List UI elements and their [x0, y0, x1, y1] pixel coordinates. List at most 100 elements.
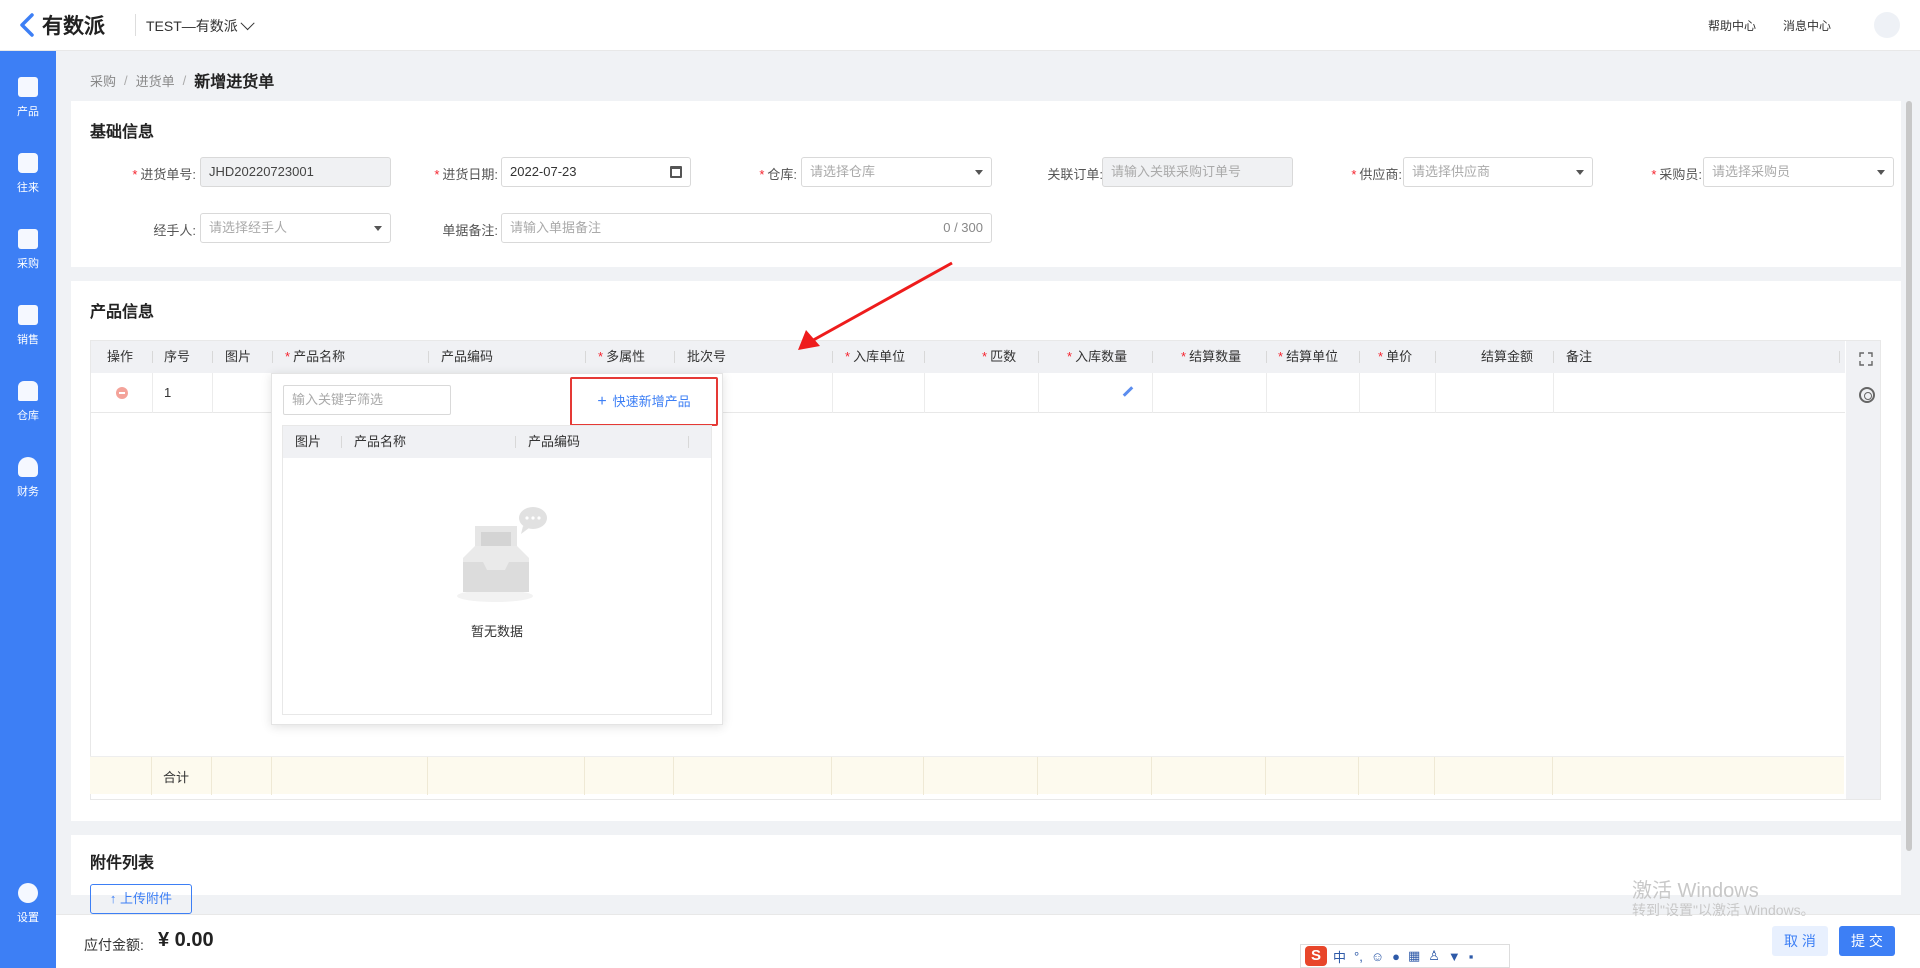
- sidebar-item-product[interactable]: 产品: [0, 77, 56, 137]
- supplier-select[interactable]: 请选择供应商: [1403, 157, 1593, 187]
- cell-divider: [1359, 373, 1360, 413]
- selector-col-name: 产品名称: [354, 434, 407, 449]
- breadcrumb-separator: /: [182, 72, 187, 88]
- column-divider: [341, 436, 342, 448]
- column-divider: [1553, 351, 1554, 363]
- sidebar-item-sales[interactable]: 销售: [0, 305, 56, 365]
- cell-divider: [1151, 757, 1152, 795]
- sidebar-item-label: 设置: [17, 912, 39, 924]
- cell-divider: [1358, 757, 1359, 795]
- warehouse-icon: [18, 381, 38, 401]
- product-selector-table: 图片 产品名称 产品编码 暂无数据: [282, 425, 712, 715]
- table-tools-column: [1846, 341, 1880, 799]
- ime-toolbar[interactable]: S 中 °, ☺ ● ▦ ♙ ▼ ▪: [1300, 944, 1510, 968]
- help-center-link[interactable]: 帮助中心: [1708, 17, 1756, 34]
- microphone-icon[interactable]: ●: [1392, 949, 1400, 964]
- row-index: 1: [164, 385, 172, 400]
- message-center-link[interactable]: 消息中心: [1783, 17, 1831, 34]
- cancel-button[interactable]: 取 消: [1772, 926, 1828, 956]
- breadcrumb-purchase[interactable]: 采购: [90, 71, 116, 90]
- sidebar-item-warehouse[interactable]: 仓库: [0, 381, 56, 441]
- column-divider: [1266, 351, 1267, 363]
- product-filter-input[interactable]: 输入关键字筛选: [283, 385, 451, 415]
- remark-input[interactable]: 请输入单据备注 0 / 300: [501, 213, 992, 243]
- cell-divider: [211, 757, 212, 795]
- skin-icon[interactable]: ▼: [1448, 949, 1461, 964]
- column-divider: [585, 351, 586, 363]
- attachments-title: 附件列表: [90, 855, 155, 872]
- cell-divider: [271, 757, 272, 795]
- avatar[interactable]: [1874, 12, 1900, 38]
- sidebar: 产品 往来 采购 销售 仓库 财务 设置: [0, 51, 56, 968]
- cell-divider: [151, 757, 152, 795]
- col-in-qty: * 入库数量: [1067, 349, 1128, 364]
- sidebar-item-label: 往来: [17, 182, 39, 194]
- cell-divider: [152, 373, 153, 413]
- column-divider: [212, 351, 213, 363]
- apps-icon[interactable]: ▪: [1469, 949, 1474, 964]
- payable-label: 应付金额:: [84, 937, 144, 953]
- cell-divider: [673, 757, 674, 795]
- logo[interactable]: 有数派: [18, 12, 105, 38]
- col-action: 操作: [107, 349, 134, 364]
- col-image: 图片: [225, 349, 252, 364]
- tenant-switcher[interactable]: TEST—有数派: [146, 16, 255, 36]
- header-divider: [135, 14, 136, 36]
- chevron-down-icon: [240, 16, 255, 31]
- column-settings-icon[interactable]: [1859, 387, 1875, 403]
- date-value: 2022-07-23: [510, 164, 577, 179]
- submit-button[interactable]: 提 交: [1839, 926, 1895, 956]
- handler-select[interactable]: 请选择经手人: [200, 213, 391, 243]
- caret-down-icon: [374, 226, 382, 231]
- column-divider: [428, 351, 429, 363]
- remove-row-icon[interactable]: [116, 387, 128, 399]
- col-settle-qty: * 结算数量: [1181, 349, 1242, 364]
- quick-add-product-button[interactable]: + 快速新增产品: [570, 377, 718, 426]
- col-pieces: * 匹数: [982, 349, 1017, 364]
- linked-order-input[interactable]: 请输入关联采购订单号: [1102, 157, 1293, 187]
- column-divider: [515, 436, 516, 448]
- buyer-select[interactable]: 请选择采购员: [1703, 157, 1894, 187]
- order-no-input[interactable]: JHD20220723001: [200, 157, 391, 187]
- date-label: * 进货日期:: [434, 167, 498, 182]
- sidebar-item-purchase[interactable]: 采购: [0, 229, 56, 289]
- user-icon[interactable]: ♙: [1428, 948, 1440, 964]
- sidebar-item-finance[interactable]: 财务: [0, 457, 56, 517]
- col-settle-amount: 结算金额: [1481, 349, 1534, 364]
- date-picker[interactable]: 2022-07-23: [501, 157, 691, 187]
- supplier-placeholder: 请选择供应商: [1412, 164, 1491, 179]
- attachments-card: [71, 835, 1901, 895]
- cell-divider: [1553, 373, 1554, 413]
- ime-language[interactable]: 中: [1333, 947, 1346, 966]
- warehouse-select[interactable]: 请选择仓库: [801, 157, 992, 187]
- contact-icon: [18, 153, 38, 173]
- col-attributes: * 多属性: [598, 349, 646, 364]
- buyer-label: * 采购员:: [1651, 167, 1702, 182]
- vertical-scrollbar[interactable]: [1906, 101, 1912, 851]
- money-bag-icon: [18, 457, 38, 477]
- product-info-title: 产品信息: [90, 304, 155, 321]
- empty-text: 暂无数据: [470, 624, 523, 639]
- sidebar-item-label: 采购: [17, 258, 39, 270]
- top-bar: 有数派 TEST—有数派 帮助中心 消息中心: [0, 0, 1920, 51]
- order-no-label: * 进货单号:: [132, 167, 196, 182]
- breadcrumb: 采购 / 进货单 / 新增进货单: [90, 68, 274, 92]
- caret-down-icon: [1576, 170, 1584, 175]
- cell-divider: [584, 757, 585, 795]
- breadcrumb-purchase-order[interactable]: 进货单: [136, 71, 175, 90]
- emoji-icon[interactable]: ☺: [1371, 949, 1384, 964]
- upload-attachment-button[interactable]: ↑ 上传附件: [90, 884, 192, 914]
- fullscreen-icon[interactable]: [1859, 352, 1873, 366]
- column-divider: [688, 436, 689, 448]
- sidebar-item-contacts[interactable]: 往来: [0, 153, 56, 213]
- upload-label: 上传附件: [120, 891, 173, 906]
- sidebar-item-settings[interactable]: 设置: [0, 883, 56, 943]
- tenant-name: TEST—有数派: [146, 18, 238, 34]
- column-divider: [674, 351, 675, 363]
- calendar-icon: [670, 166, 682, 178]
- ime-punctuation[interactable]: °,: [1354, 949, 1363, 964]
- table-header: 操作 序号 图片 * 产品名称 产品编码 * 多属性 批次号 * 入库单位 * 匹数 *…: [91, 341, 1845, 373]
- box-icon: [18, 77, 38, 97]
- keyboard-icon[interactable]: ▦: [1408, 948, 1420, 964]
- cell-divider: [427, 757, 428, 795]
